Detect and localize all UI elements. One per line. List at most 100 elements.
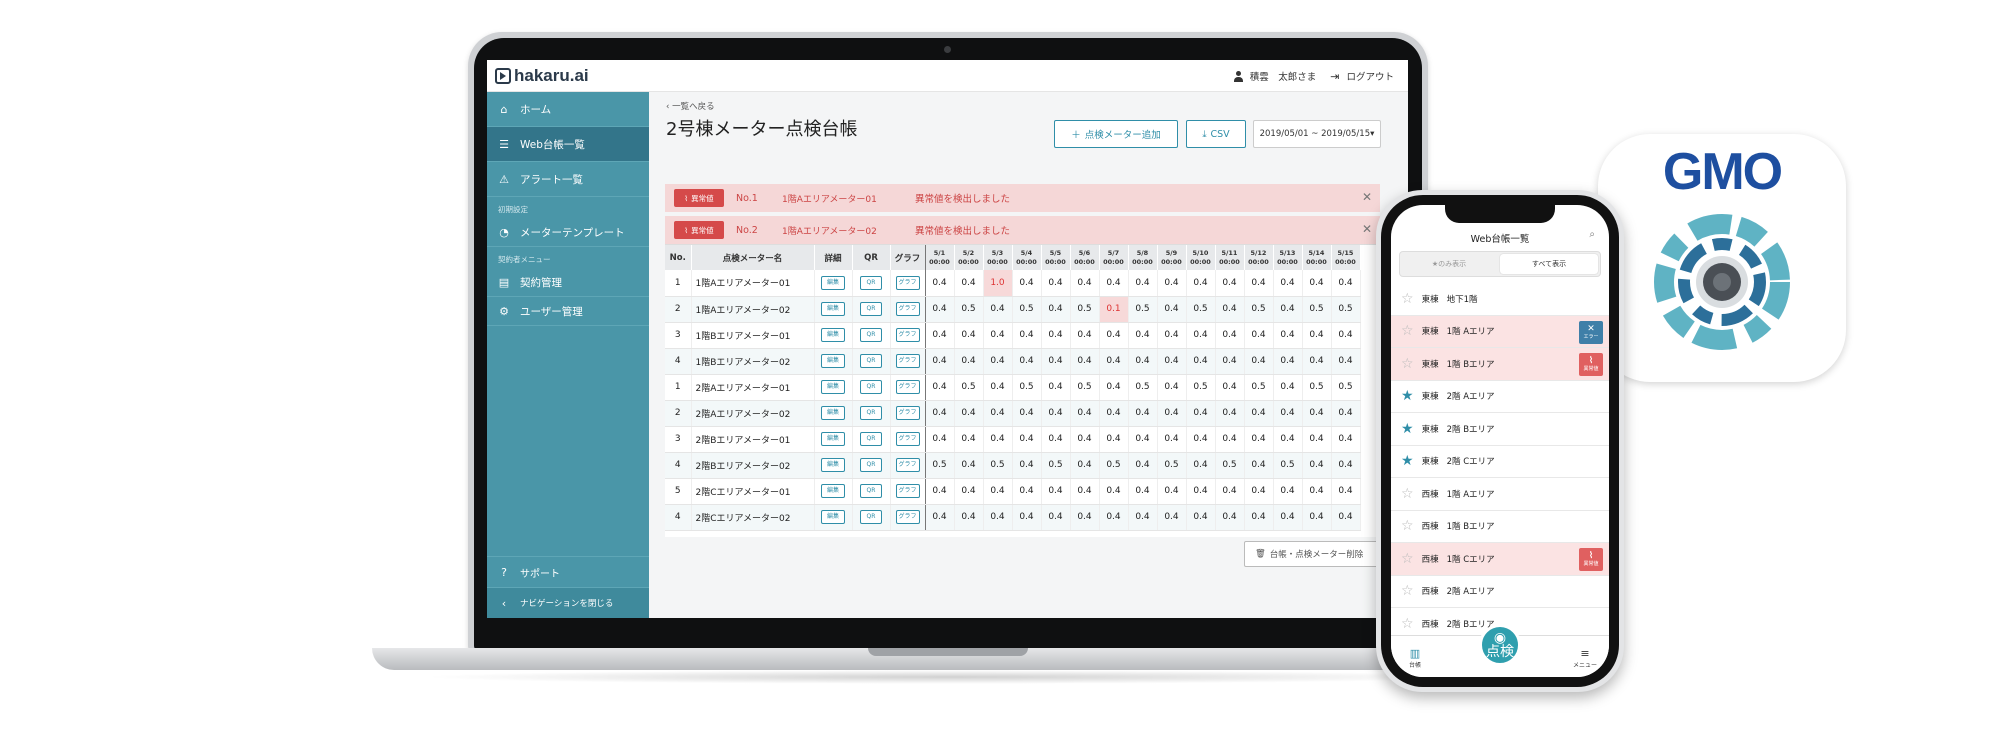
time-label: 00:00: [987, 257, 1008, 266]
reading-cell: 0.4: [1128, 348, 1158, 375]
cell-graph: グラフ: [890, 452, 926, 479]
list-item[interactable]: ☆ 西棟 2階 Aエリア: [1391, 576, 1609, 608]
list-item[interactable]: ☆ 東棟 1階 Bエリア ⌇ 異常値: [1391, 348, 1609, 381]
segment-all[interactable]: すべて表示: [1500, 254, 1598, 274]
star-icon[interactable]: ☆: [1401, 357, 1414, 371]
qr-button[interactable]: QR: [860, 458, 882, 472]
edit-button[interactable]: 編集: [821, 510, 845, 524]
list-item[interactable]: ★ 東棟 2階 Aエリア: [1391, 381, 1609, 413]
user-menu[interactable]: 積雲 太郎さま: [1233, 69, 1316, 83]
star-icon[interactable]: ★: [1401, 454, 1414, 468]
tab-menu[interactable]: ≡ メニュー: [1565, 647, 1605, 669]
graph-button[interactable]: グラフ: [895, 510, 920, 524]
star-icon[interactable]: ☆: [1401, 292, 1414, 306]
qr-button[interactable]: QR: [860, 432, 882, 446]
table-row: 4 1階Bエリアメーター02 編集 QR グラフ 0.4 0.4 0.4 0.4 0.4 0.4 0.…: [665, 348, 1361, 375]
sidebar-item-contract[interactable]: ▤ 契約管理: [487, 268, 649, 297]
reading-cell: 0.4: [1012, 270, 1042, 297]
reading-cell: 0.4: [1331, 426, 1361, 453]
tab-ledger[interactable]: ▥ 台帳: [1395, 647, 1435, 669]
hakaru-logo[interactable]: hakaru.ai: [495, 66, 589, 86]
sidebar-item-meter-template[interactable]: ◔ メーターテンプレート: [487, 218, 649, 247]
graph-button[interactable]: グラフ: [895, 432, 920, 446]
graph-button[interactable]: グラフ: [895, 275, 920, 290]
list-item[interactable]: ★ 東棟 2階 Cエリア: [1391, 446, 1609, 478]
edit-button[interactable]: 編集: [821, 380, 845, 394]
reading-cell: 0.4: [1099, 374, 1129, 401]
star-icon[interactable]: ☆: [1401, 584, 1414, 598]
edit-button[interactable]: 編集: [821, 328, 845, 342]
search-icon[interactable]: ⌕: [1589, 229, 1595, 240]
sidebar-item-users[interactable]: ⚙ ユーザー管理: [487, 297, 649, 326]
list-item[interactable]: ☆ 西棟 1階 Bエリア: [1391, 511, 1609, 543]
graph-button[interactable]: グラフ: [895, 302, 920, 316]
add-meter-button[interactable]: ＋ 点検メーター追加: [1054, 120, 1178, 148]
col-date: 5/10 00:00: [1186, 245, 1216, 270]
edit-button[interactable]: 編集: [821, 354, 845, 368]
qr-button[interactable]: QR: [860, 406, 882, 420]
reading-cell: 0.4: [1215, 400, 1245, 427]
delete-ledger-button[interactable]: 🗑 台帳・点検メーター削除: [1244, 541, 1394, 567]
edit-button[interactable]: 編集: [821, 406, 845, 420]
close-icon[interactable]: ✕: [1362, 222, 1372, 236]
sidebar-close-nav[interactable]: ‹ ナビゲーションを閉じる: [487, 587, 649, 618]
logout-link[interactable]: ⇥ ログアウト: [1330, 69, 1394, 84]
star-icon[interactable]: ☆: [1401, 324, 1414, 338]
pulse-icon: ⌇: [684, 225, 689, 235]
reading-cell: 0.4: [1186, 322, 1216, 349]
edit-button[interactable]: 編集: [821, 302, 845, 316]
reading-cell: 0.4: [1244, 452, 1274, 479]
back-link[interactable]: ‹ 一覧へ戻る: [666, 100, 715, 112]
segment-starred[interactable]: ★のみ表示: [1400, 252, 1498, 276]
col-date: 5/13 00:00: [1273, 245, 1303, 270]
star-icon[interactable]: ★: [1401, 422, 1414, 436]
list-item[interactable]: ☆ 西棟 1階 Aエリア: [1391, 478, 1609, 511]
col-date: 5/11 00:00: [1215, 245, 1245, 270]
qr-button[interactable]: QR: [860, 510, 882, 524]
edit-button[interactable]: 編集: [821, 458, 845, 472]
list-item[interactable]: ☆ 西棟 1階 Cエリア ⌇ 異常値: [1391, 543, 1609, 576]
reading-cell: 0.5: [983, 452, 1013, 479]
building-label: 西棟: [1421, 554, 1439, 565]
qr-button[interactable]: QR: [860, 275, 882, 290]
star-icon[interactable]: ☆: [1401, 552, 1414, 566]
reading-cell: 0.4: [1186, 270, 1216, 297]
qr-button[interactable]: QR: [860, 484, 882, 498]
qr-button[interactable]: QR: [860, 302, 882, 316]
list-item[interactable]: ☆ 東棟 1階 Aエリア ✕ エラー: [1391, 315, 1609, 348]
close-icon[interactable]: ✕: [1362, 190, 1372, 204]
edit-button[interactable]: 編集: [821, 484, 845, 498]
csv-button[interactable]: ⤓ CSV: [1186, 120, 1246, 148]
graph-button[interactable]: グラフ: [895, 328, 920, 342]
qr-button[interactable]: QR: [860, 380, 882, 394]
graph-button[interactable]: グラフ: [895, 484, 920, 498]
reading-cell: 0.4: [1012, 322, 1042, 349]
graph-button[interactable]: グラフ: [895, 354, 920, 368]
sidebar-item-ledger-list[interactable]: ☰ Web台帳一覧: [487, 127, 649, 162]
reading-cell: 0.4: [1070, 322, 1100, 349]
sidebar-item-home[interactable]: ⌂ ホーム: [487, 92, 649, 127]
col-date: 5/7 00:00: [1099, 245, 1129, 270]
star-icon[interactable]: ☆: [1401, 487, 1414, 501]
edit-button[interactable]: 編集: [821, 275, 845, 290]
star-icon[interactable]: ☆: [1401, 617, 1414, 631]
date-label: 5/11: [1221, 248, 1238, 257]
graph-button[interactable]: グラフ: [895, 406, 920, 420]
alert-area[interactable]: 1階Aエリアメーター02: [782, 224, 915, 237]
date-range-select[interactable]: 2019/05/01 ~ 2019/05/15 ▾: [1253, 120, 1381, 148]
star-icon[interactable]: ★: [1401, 389, 1414, 403]
graph-button[interactable]: グラフ: [895, 380, 920, 394]
cell-graph: グラフ: [890, 400, 926, 427]
list-item[interactable]: ★ 東棟 2階 Bエリア: [1391, 413, 1609, 446]
edit-button[interactable]: 編集: [821, 432, 845, 446]
list-item[interactable]: ☆ 東棟 地下1階: [1391, 283, 1609, 316]
qr-button[interactable]: QR: [860, 354, 882, 368]
sidebar-item-support[interactable]: ? サポート: [487, 556, 649, 587]
building-label: 西棟: [1421, 522, 1439, 533]
sidebar-item-alerts[interactable]: ⚠ アラート一覧: [487, 162, 649, 197]
graph-button[interactable]: グラフ: [895, 458, 920, 472]
star-icon[interactable]: ☆: [1401, 519, 1414, 533]
qr-button[interactable]: QR: [860, 328, 882, 342]
inspect-camera-button[interactable]: ◉ 点検: [1479, 624, 1521, 666]
alert-area[interactable]: 1階Aエリアメーター01: [782, 192, 915, 205]
